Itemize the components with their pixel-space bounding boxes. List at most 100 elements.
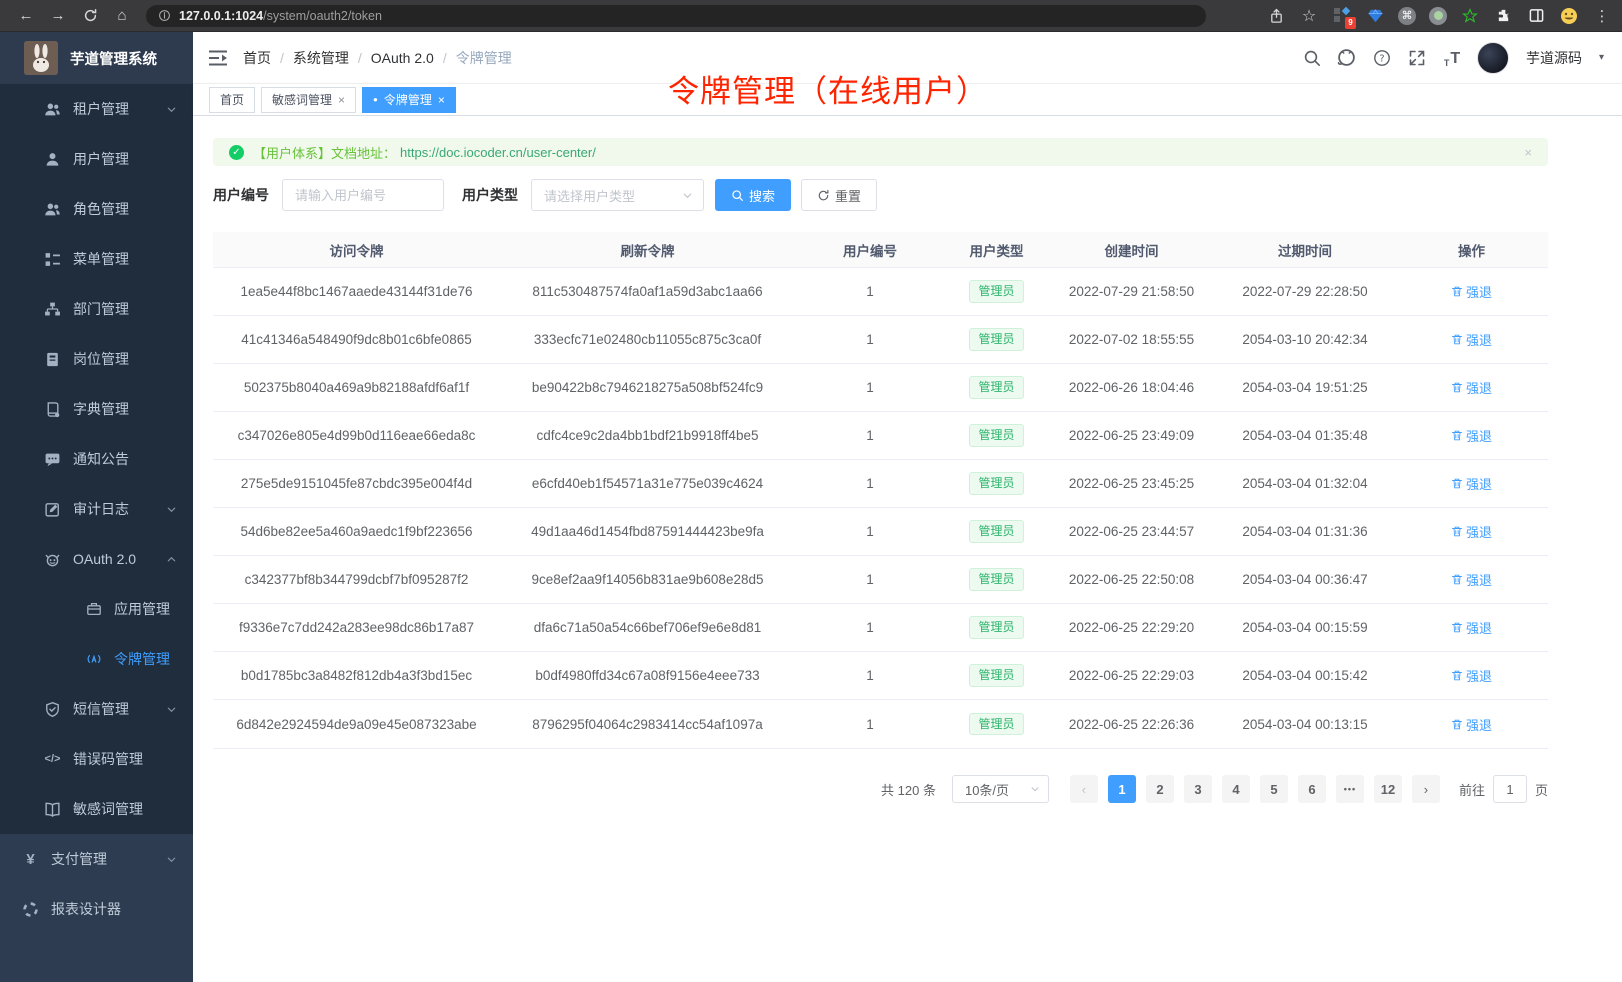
- command-extension-icon[interactable]: ⌘: [1398, 7, 1416, 25]
- github-icon[interactable]: [1337, 48, 1357, 68]
- tab-groups-extension-icon[interactable]: 9: [1332, 6, 1352, 26]
- username[interactable]: 芋道源码: [1526, 48, 1582, 68]
- user-id-input[interactable]: [282, 179, 444, 211]
- sidebar-item-role[interactable]: 角色管理: [0, 184, 193, 234]
- browser-menu-icon[interactable]: ⋮: [1592, 6, 1612, 26]
- page-button-5[interactable]: 5: [1260, 775, 1288, 803]
- cell-refresh-token: 49d1aa46d1454fbd87591444423be9fa: [500, 524, 795, 539]
- browser-reload-icon[interactable]: [78, 4, 102, 28]
- page-button-12[interactable]: 12: [1374, 775, 1402, 803]
- tab-sensitive-word[interactable]: 敏感词管理 ×: [261, 87, 356, 113]
- cell-user-id: 1: [795, 380, 945, 395]
- prev-page-button[interactable]: ‹: [1070, 775, 1098, 803]
- page-size-select[interactable]: 10条/页: [952, 775, 1049, 803]
- breadcrumb-system[interactable]: 系统管理: [293, 48, 349, 68]
- sidebar-item-audit[interactable]: 审计日志: [0, 484, 193, 534]
- browser-home-icon[interactable]: ⌂: [110, 4, 134, 28]
- search-button[interactable]: 搜索: [715, 179, 791, 211]
- force-logout-button[interactable]: 强退: [1451, 378, 1492, 397]
- sidebar-item-notice[interactable]: 通知公告: [0, 434, 193, 484]
- sidebar-item-post[interactable]: 岗位管理: [0, 334, 193, 384]
- chat-bubble-icon: [44, 451, 61, 468]
- app-logo[interactable]: 芋道管理系统: [0, 32, 193, 84]
- fullscreen-icon[interactable]: [1407, 48, 1427, 68]
- cell-user-id: 1: [795, 572, 945, 587]
- reset-button[interactable]: 重置: [801, 179, 877, 211]
- next-page-button[interactable]: ›: [1412, 775, 1440, 803]
- tab-home[interactable]: 首页: [209, 87, 255, 113]
- share-icon[interactable]: [1266, 6, 1286, 26]
- split-screen-icon[interactable]: [1526, 6, 1546, 26]
- browser-toolbar: ← → ⌂ 127.0.0.1:1024/system/oauth2/token…: [0, 0, 1622, 32]
- gem-extension-icon[interactable]: [1365, 6, 1385, 26]
- bookmark-star-icon[interactable]: ☆: [1299, 6, 1319, 26]
- force-logout-button[interactable]: 强退: [1451, 282, 1492, 301]
- close-icon[interactable]: ×: [438, 94, 445, 106]
- force-logout-button[interactable]: 强退: [1451, 618, 1492, 637]
- goto-page-input[interactable]: [1493, 775, 1527, 803]
- col-actions: 操作: [1395, 240, 1548, 260]
- recorder-extension-icon[interactable]: [1429, 7, 1447, 25]
- search-icon[interactable]: [1302, 48, 1322, 68]
- url-bar[interactable]: 127.0.0.1:1024/system/oauth2/token: [146, 5, 1206, 27]
- sidebar-item-sensitive[interactable]: 敏感词管理: [0, 784, 193, 834]
- sidebar-item-oauth[interactable]: OAuth 2.0: [0, 534, 193, 584]
- page-button-3[interactable]: 3: [1184, 775, 1212, 803]
- more-pages-button[interactable]: •••: [1336, 775, 1364, 803]
- cell-create-time: 2022-07-29 21:58:50: [1048, 284, 1215, 299]
- sidebar-item-label: 角色管理: [73, 199, 129, 219]
- sidebar-item-dept[interactable]: 部门管理: [0, 284, 193, 334]
- sidebar-toggle-icon[interactable]: [207, 47, 229, 69]
- sidebar-item-dict[interactable]: 字典管理: [0, 384, 193, 434]
- cell-actions: 强退: [1395, 715, 1548, 734]
- breadcrumb-oauth[interactable]: OAuth 2.0: [371, 50, 434, 66]
- sidebar-item-label: 部门管理: [73, 299, 129, 319]
- sidebar-item-oauth-app[interactable]: 应用管理: [0, 584, 193, 634]
- force-logout-button[interactable]: 强退: [1451, 426, 1492, 445]
- breadcrumb-home[interactable]: 首页: [243, 48, 271, 68]
- doc-link[interactable]: https://doc.iocoder.cn/user-center/: [400, 145, 596, 160]
- page-button-4[interactable]: 4: [1222, 775, 1250, 803]
- page-button-6[interactable]: 6: [1298, 775, 1326, 803]
- force-logout-button[interactable]: 强退: [1451, 522, 1492, 541]
- emoji-profile-icon[interactable]: [1559, 6, 1579, 26]
- cell-refresh-token: b0df4980ffd34c67a08f9156e4eee733: [500, 668, 795, 683]
- force-logout-button[interactable]: 强退: [1451, 715, 1492, 734]
- sidebar-item-oauth-token[interactable]: 令牌管理: [0, 634, 193, 684]
- close-icon[interactable]: ×: [338, 94, 345, 106]
- help-icon[interactable]: ?: [1372, 48, 1392, 68]
- user-type-badge: 管理员: [969, 616, 1023, 638]
- app-title: 芋道管理系统: [70, 48, 157, 69]
- cell-user-type: 管理员: [945, 472, 1048, 494]
- sidebar-item-tenant[interactable]: 租户管理: [0, 84, 193, 134]
- cell-access-token: 275e5de9151045fe87cbdc395e004f4d: [213, 476, 500, 491]
- font-size-icon[interactable]: TT: [1442, 48, 1462, 68]
- user-avatar[interactable]: [1477, 42, 1509, 74]
- chevron-down-icon[interactable]: ▾: [1599, 52, 1604, 63]
- breadcrumb-separator: /: [280, 50, 284, 66]
- sidebar-item-errcode[interactable]: </> 错误码管理: [0, 734, 193, 784]
- tab-token[interactable]: ● 令牌管理 ×: [362, 87, 456, 113]
- force-logout-button[interactable]: 强退: [1451, 666, 1492, 685]
- sidebar-item-menu[interactable]: 菜单管理: [0, 234, 193, 284]
- user-type-badge: 管理员: [969, 376, 1023, 398]
- browser-forward-icon[interactable]: →: [46, 4, 70, 28]
- cell-user-type: 管理员: [945, 520, 1048, 542]
- force-logout-button[interactable]: 强退: [1451, 330, 1492, 349]
- sidebar-item-label: 通知公告: [73, 449, 129, 469]
- browser-back-icon[interactable]: ←: [14, 4, 38, 28]
- close-icon[interactable]: ×: [1524, 145, 1532, 160]
- sidebar-item-user[interactable]: 用户管理: [0, 134, 193, 184]
- user-type-select[interactable]: 请选择用户类型: [531, 179, 704, 211]
- force-logout-button[interactable]: 强退: [1451, 570, 1492, 589]
- extensions-puzzle-icon[interactable]: [1493, 6, 1513, 26]
- success-check-icon: ✓: [229, 145, 244, 160]
- page-button-1[interactable]: 1: [1108, 775, 1136, 803]
- force-logout-button[interactable]: 强退: [1451, 474, 1492, 493]
- sidebar-item-pay[interactable]: ¥ 支付管理: [0, 834, 193, 884]
- page-button-2[interactable]: 2: [1146, 775, 1174, 803]
- sidebar-item-report[interactable]: 报表设计器: [0, 884, 193, 934]
- active-dot-icon: ●: [373, 96, 378, 104]
- green-star-extension-icon[interactable]: [1460, 6, 1480, 26]
- sidebar-item-sms[interactable]: 短信管理: [0, 684, 193, 734]
